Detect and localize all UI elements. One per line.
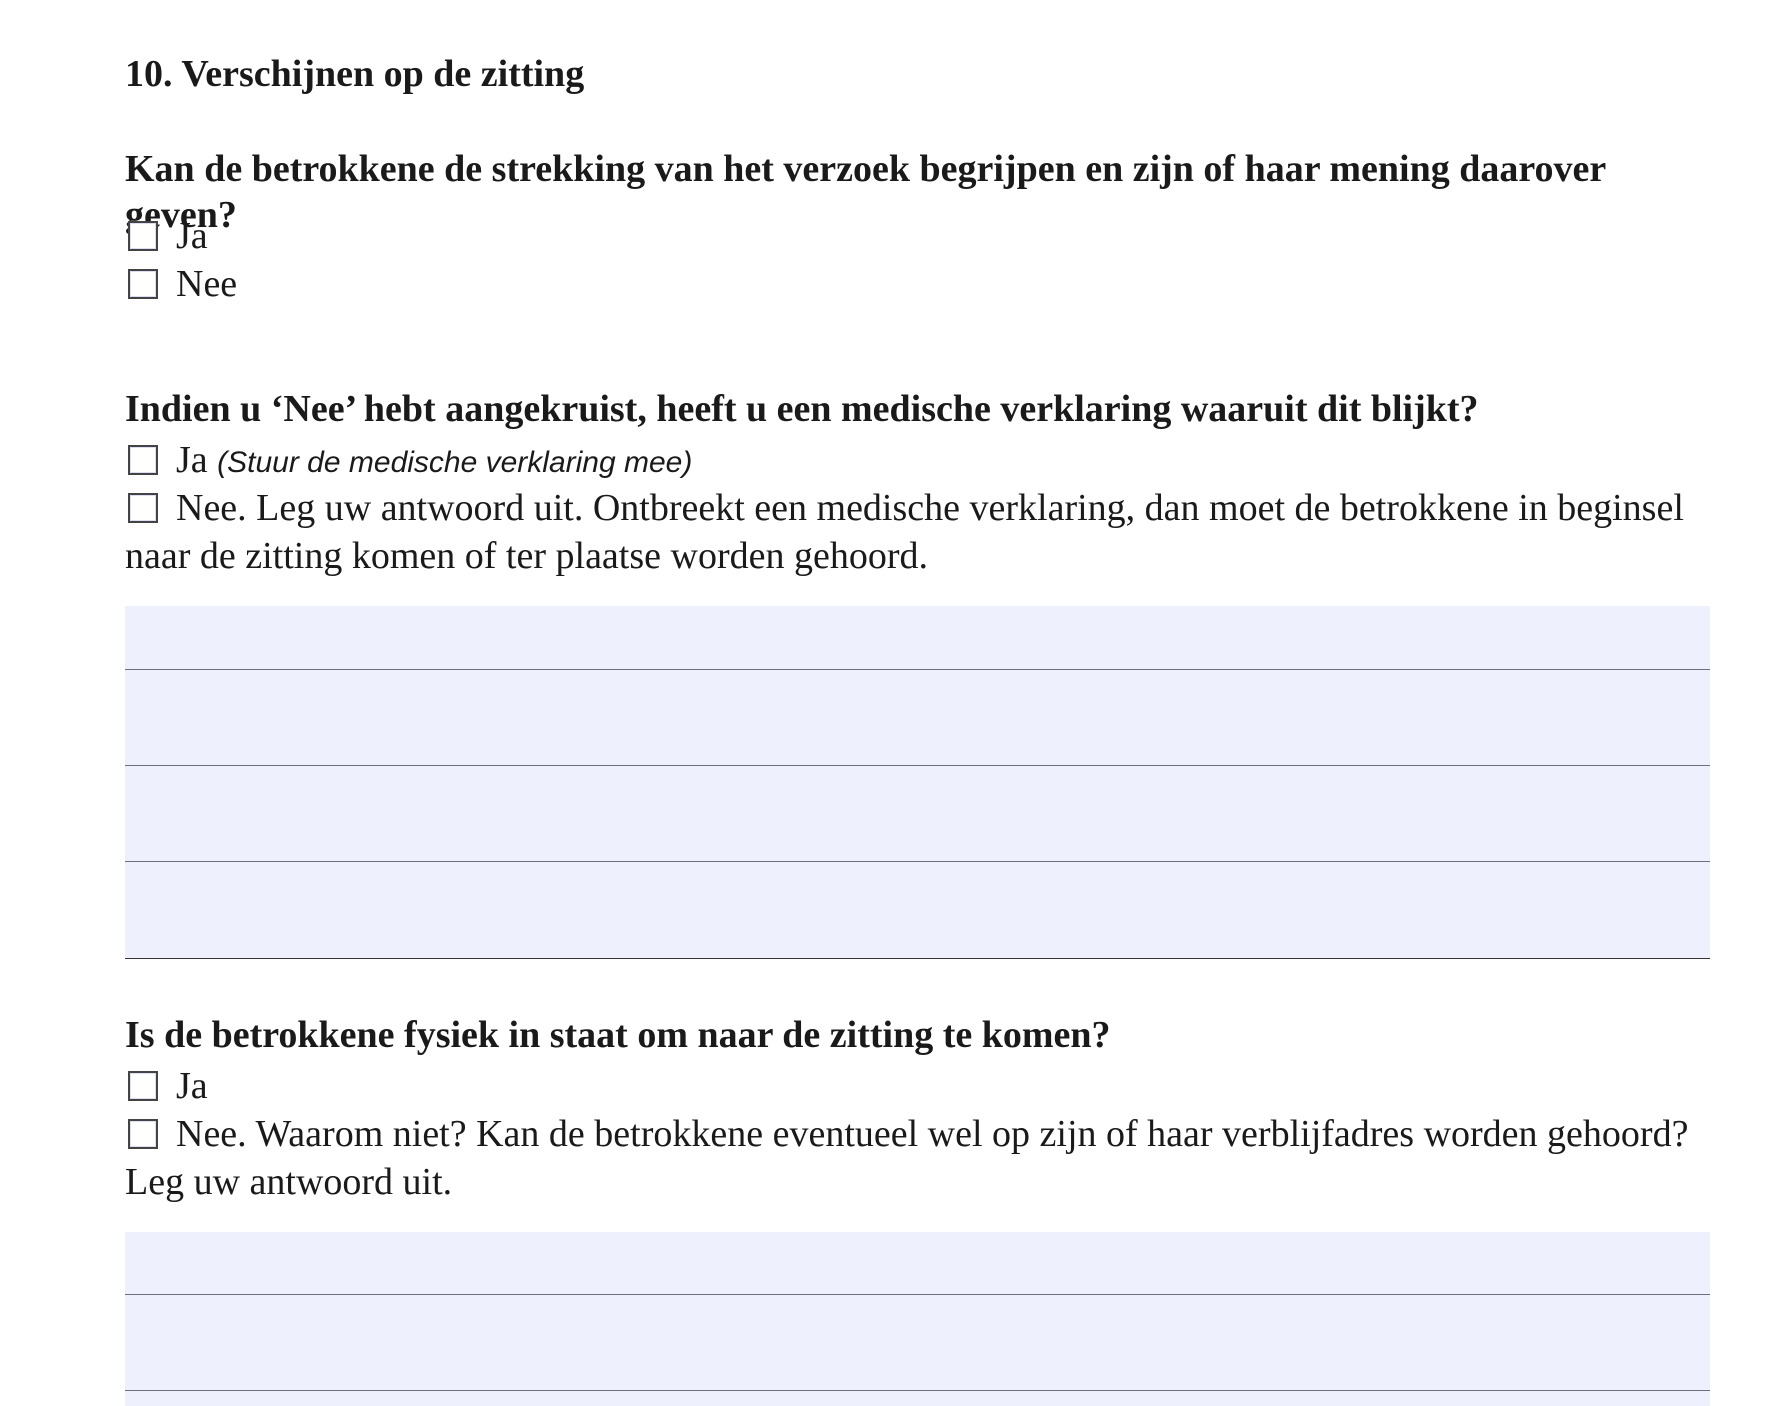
option-q2-nee[interactable]: Nee. Leg uw antwoord uit. Ontbreekt een … — [125, 484, 1710, 580]
question-medical-statement: Indien u ‘Nee’ hebt aangekruist, heeft u… — [125, 388, 1479, 430]
checkbox-q1-nee[interactable] — [128, 269, 158, 299]
answer-field-medical[interactable] — [125, 606, 1710, 959]
option-label: Ja — [176, 215, 208, 257]
checkbox-q3-nee[interactable] — [128, 1119, 158, 1149]
option-label: Ja — [176, 1065, 208, 1107]
option-q2-ja[interactable]: Ja (Stuur de medische verklaring mee) — [125, 436, 1710, 487]
option-label: Nee. Waarom niet? Kan de betrokkene even… — [125, 1113, 1689, 1203]
option-q1-nee[interactable]: Nee — [125, 260, 1710, 308]
answer-line — [125, 669, 1710, 670]
option-q1-ja[interactable]: Ja — [125, 212, 1710, 260]
option-q3-nee[interactable]: Nee. Waarom niet? Kan de betrokkene even… — [125, 1110, 1710, 1206]
answer-line — [125, 958, 1710, 959]
checkbox-q3-ja[interactable] — [128, 1071, 158, 1101]
option-hint: (Stuur de medische verklaring mee) — [217, 446, 693, 479]
checkbox-q1-ja[interactable] — [128, 221, 158, 251]
option-q3-ja[interactable]: Ja — [125, 1062, 1710, 1110]
question-physical-ability: Is de betrokkene fysiek in staat om naar… — [125, 1014, 1111, 1056]
answer-line — [125, 1390, 1710, 1391]
checkbox-q2-nee[interactable] — [128, 493, 158, 523]
option-label: Nee. Leg uw antwoord uit. Ontbreekt een … — [125, 487, 1684, 577]
option-label: Nee — [176, 263, 238, 305]
answer-field-physical[interactable] — [125, 1232, 1710, 1406]
option-label: Ja — [176, 439, 208, 481]
answer-line — [125, 1294, 1710, 1295]
answer-line — [125, 861, 1710, 862]
checkbox-q2-ja[interactable] — [128, 445, 158, 475]
section-title: 10. Verschijnen op de zitting — [125, 53, 585, 95]
answer-line — [125, 765, 1710, 766]
